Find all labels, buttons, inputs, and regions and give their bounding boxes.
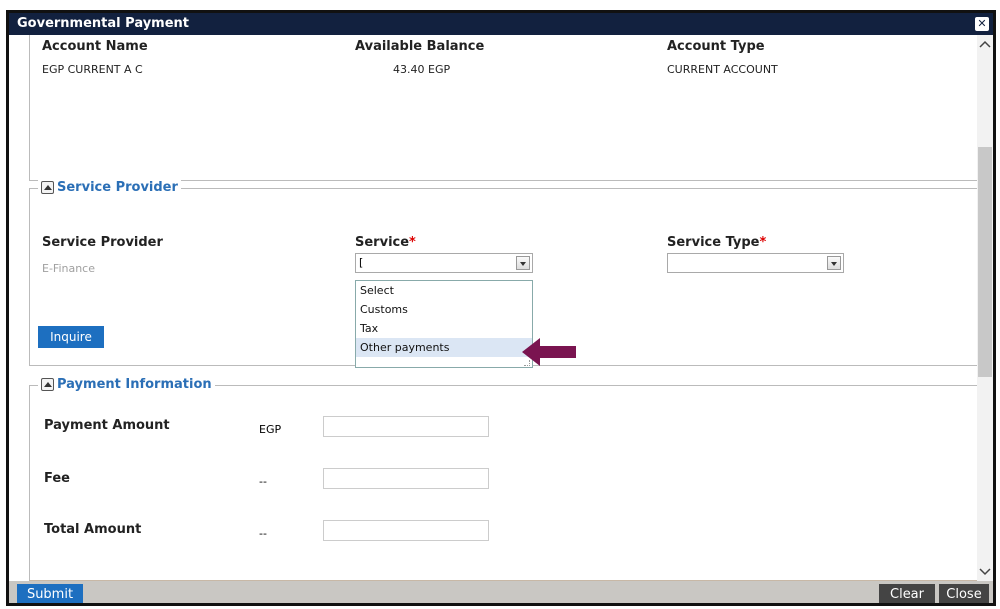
service-provider-legend-label: Service Provider — [57, 180, 178, 195]
payment-information-legend-label: Payment Information — [57, 377, 212, 392]
available-balance-header: Available Balance — [355, 39, 485, 54]
service-option-other-payments[interactable]: Other payments — [356, 338, 532, 357]
required-mark: * — [759, 235, 767, 250]
service-option-tax[interactable]: Tax — [356, 319, 532, 338]
account-name-value: EGP CURRENT A C — [42, 63, 143, 76]
service-option-customs[interactable]: Customs — [356, 300, 532, 319]
dialog-content: Account Name Available Balance Account T… — [9, 35, 993, 581]
scrollbar-thumb[interactable] — [978, 147, 992, 377]
service-provider-legend[interactable]: Service Provider — [38, 180, 181, 195]
scroll-up-icon[interactable] — [979, 39, 991, 51]
payment-information-section: Payment Information Payment Amount EGP F… — [29, 377, 983, 581]
dialog-footer: Submit Clear Close — [9, 581, 993, 603]
collapse-icon[interactable] — [41, 378, 54, 391]
governmental-payment-dialog: Governmental Payment ✕ Account Name Avai… — [6, 10, 996, 606]
account-type-header: Account Type — [667, 39, 765, 54]
submit-button[interactable]: Submit — [17, 584, 83, 603]
account-name-header: Account Name — [42, 39, 148, 54]
chevron-down-icon[interactable] — [827, 256, 841, 270]
service-provider-section: Service Provider Service Provider E-Fina… — [29, 180, 983, 368]
payment-information-legend[interactable]: Payment Information — [38, 377, 215, 392]
dialog-title: Governmental Payment — [17, 16, 190, 31]
available-balance-value: 43.40 EGP — [393, 63, 451, 76]
payment-amount-label: Payment Amount — [44, 418, 170, 433]
account-summary: Account Name Available Balance Account T… — [29, 35, 983, 181]
collapse-icon[interactable] — [41, 181, 54, 194]
fee-field[interactable] — [323, 468, 489, 489]
payment-amount-currency: EGP — [259, 423, 282, 436]
account-type-value: CURRENT ACCOUNT — [667, 63, 778, 76]
dialog-titlebar: Governmental Payment ✕ — [9, 13, 993, 35]
payment-amount-field[interactable] — [323, 416, 489, 437]
service-provider-label: Service Provider — [42, 235, 163, 250]
close-button[interactable]: Close — [939, 584, 989, 603]
pointer-arrow-icon — [522, 338, 576, 366]
service-type-label: Service Type* — [667, 235, 766, 250]
service-label-text: Service — [355, 235, 410, 250]
scroll-down-icon[interactable] — [979, 565, 991, 577]
total-amount-field[interactable] — [323, 520, 489, 541]
fee-currency: -- — [259, 475, 267, 488]
service-select[interactable]: [ — [355, 253, 533, 273]
chevron-down-icon[interactable] — [516, 256, 530, 270]
required-mark: * — [409, 235, 416, 250]
service-type-select[interactable] — [667, 253, 844, 273]
close-icon[interactable]: ✕ — [975, 17, 989, 31]
service-option-select[interactable]: Select — [356, 281, 532, 300]
service-dropdown-list: Select Customs Tax Other payments — [355, 280, 533, 368]
total-amount-currency: -- — [259, 527, 267, 540]
fee-label: Fee — [44, 471, 70, 486]
total-amount-label: Total Amount — [44, 522, 142, 537]
inquire-button[interactable]: Inquire — [38, 326, 104, 348]
vertical-scrollbar[interactable] — [977, 35, 993, 581]
service-provider-value: E-Finance — [42, 262, 96, 275]
clear-button[interactable]: Clear — [879, 584, 935, 603]
service-type-label-text: Service Type — [667, 235, 760, 250]
service-select-value: [ — [359, 256, 364, 269]
service-label: Service* — [355, 235, 416, 250]
